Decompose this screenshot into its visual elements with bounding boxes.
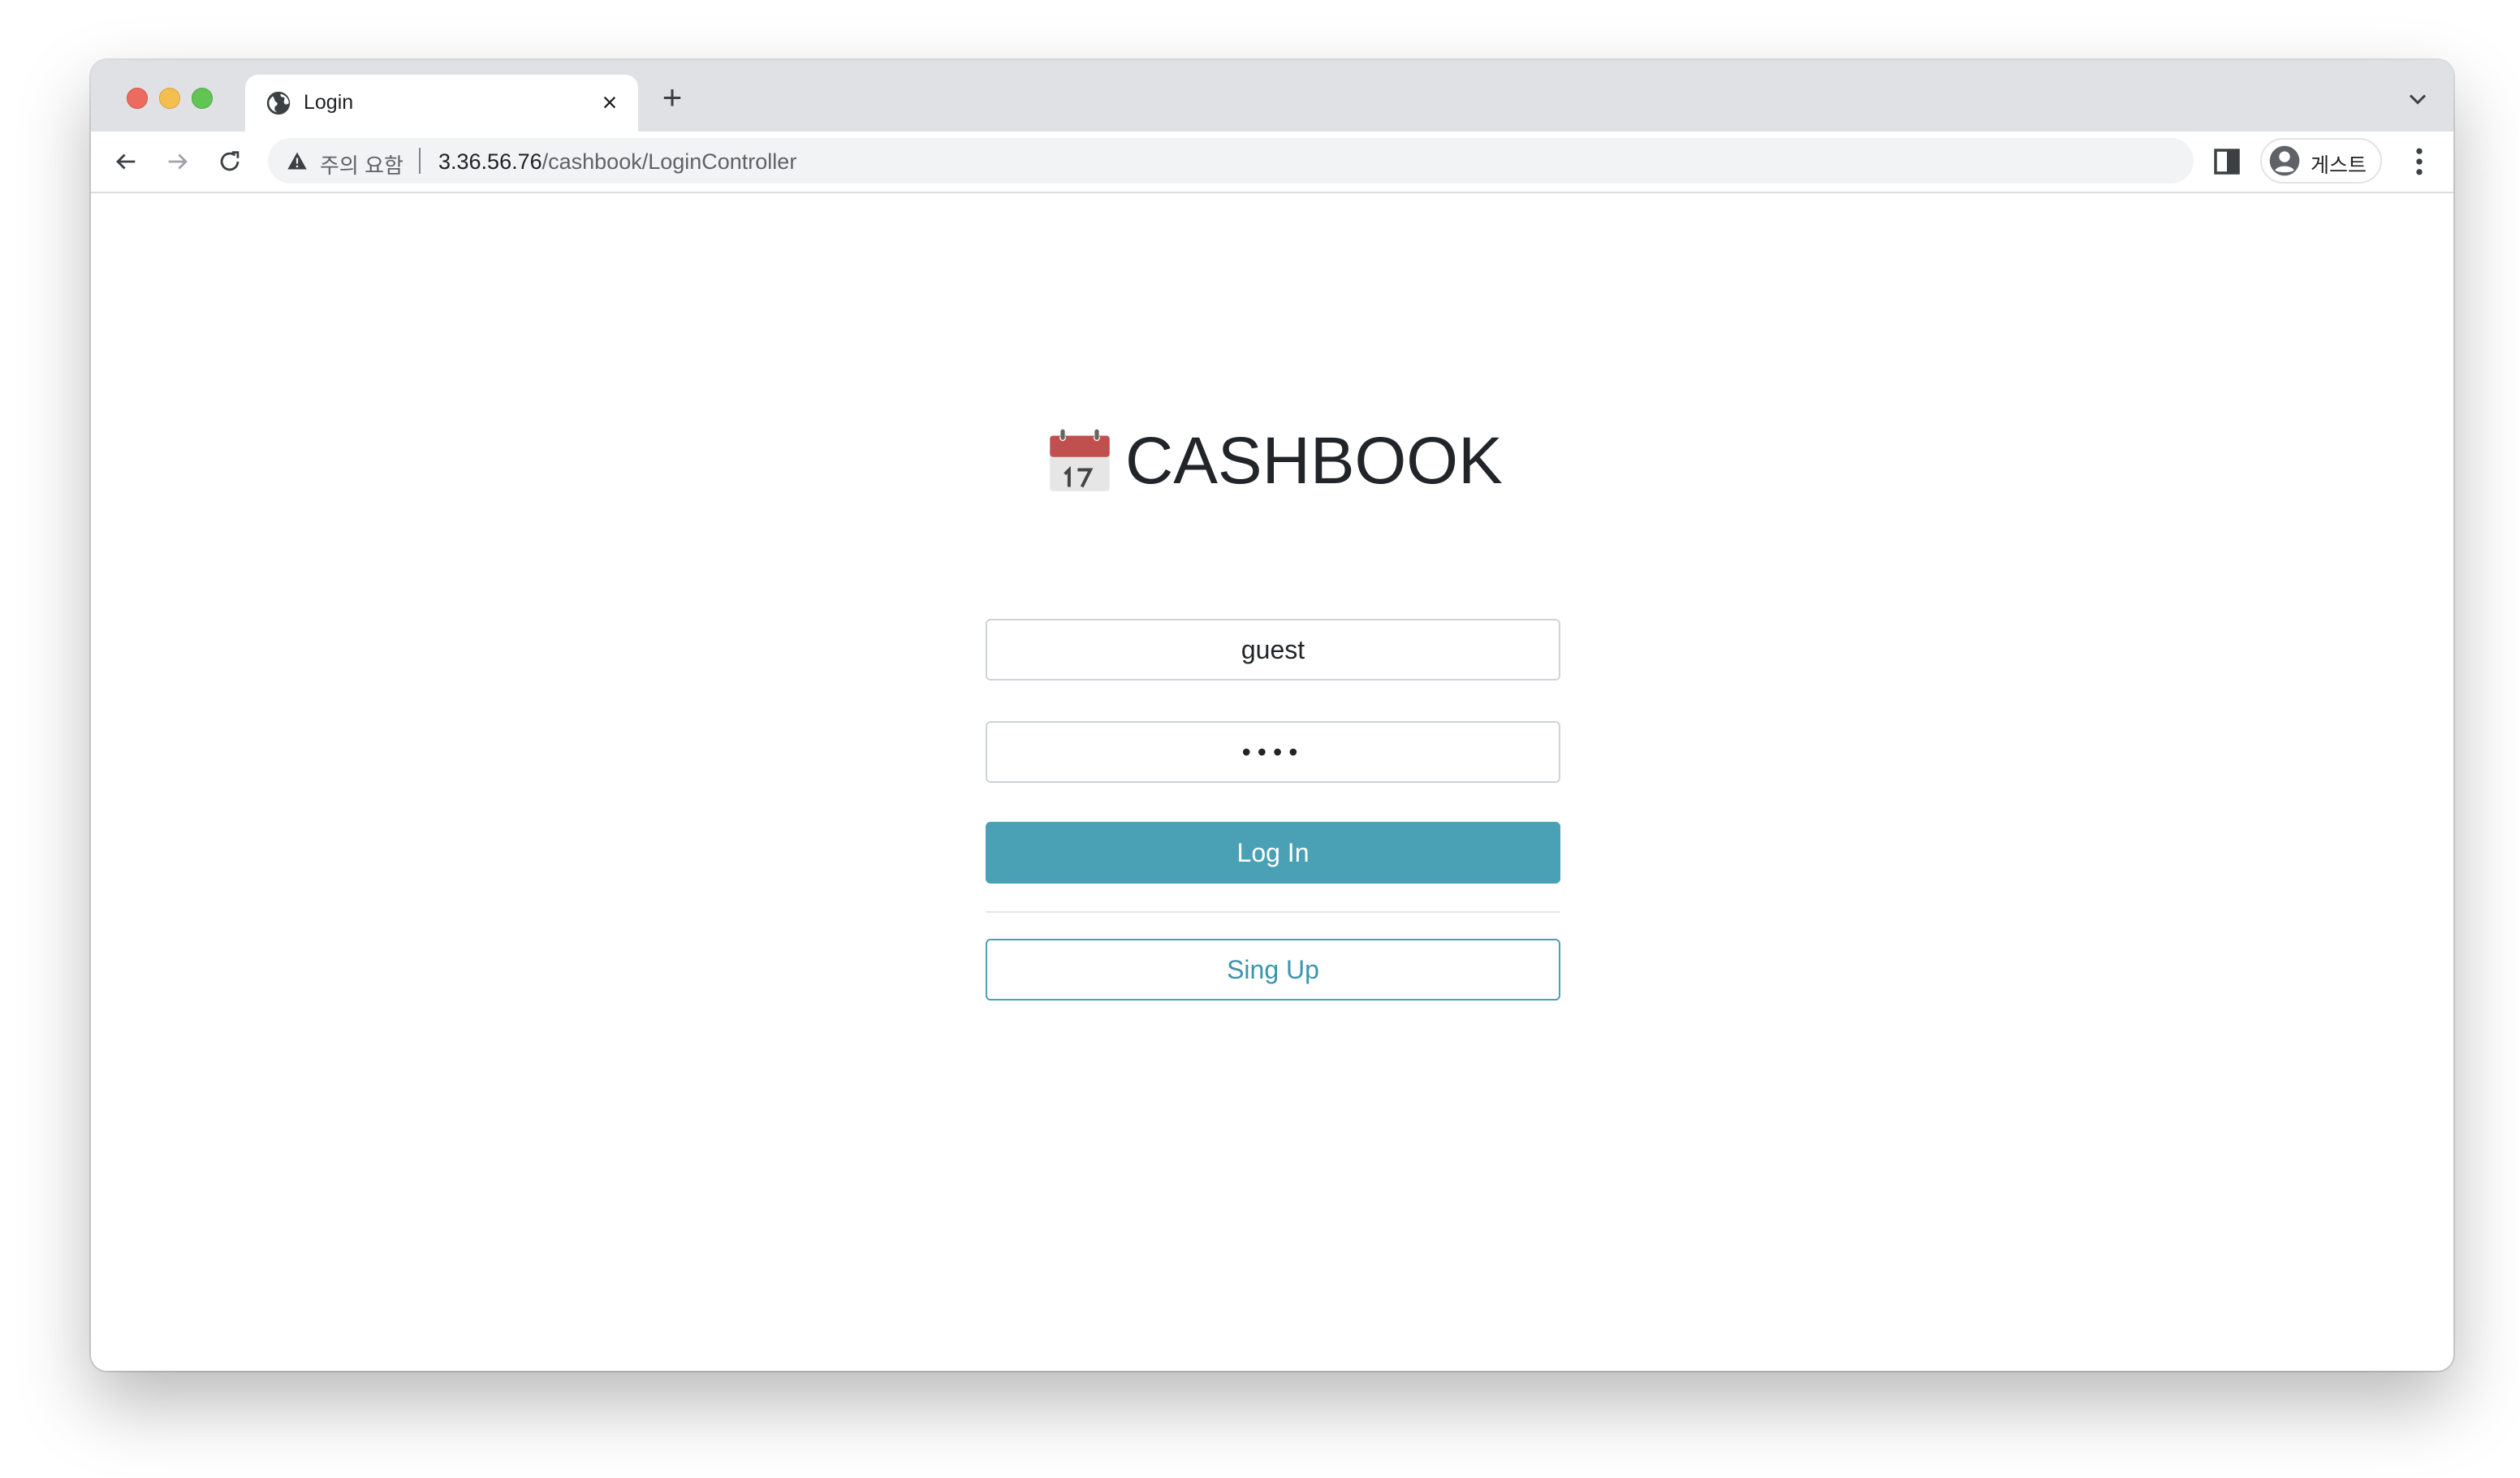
browser-window: Login × + 주의 요함 3.36.56.76/cashbook/Logi… bbox=[91, 60, 2453, 1371]
signup-button[interactable]: Sing Up bbox=[986, 939, 1560, 1000]
arrow-right-icon bbox=[168, 153, 188, 170]
username-input[interactable] bbox=[986, 619, 1560, 681]
profile-button[interactable]: 게스트 bbox=[2260, 138, 2382, 184]
avatar-icon bbox=[2269, 145, 2300, 176]
login-button[interactable]: Log In bbox=[986, 822, 1560, 884]
profile-name: 게스트 bbox=[2311, 154, 2367, 177]
address-bar[interactable]: 주의 요함 3.36.56.76/cashbook/LoginControlle… bbox=[268, 138, 2194, 184]
back-button[interactable] bbox=[104, 140, 148, 184]
minimize-window-button[interactable] bbox=[159, 88, 180, 109]
page-content: CASHBOOK Log In Sing Up bbox=[91, 193, 2453, 1371]
tab-login[interactable]: Login × bbox=[245, 75, 638, 132]
forward-button[interactable] bbox=[156, 140, 200, 184]
chevron-down-icon[interactable] bbox=[2403, 84, 2432, 114]
url-text[interactable]: 3.36.56.76/cashbook/LoginController bbox=[438, 149, 796, 175]
new-tab-button[interactable]: + bbox=[654, 80, 690, 117]
brand-header: CASHBOOK bbox=[1046, 421, 1503, 502]
divider bbox=[986, 911, 1560, 913]
url-path: /cashbook/LoginController bbox=[542, 149, 797, 174]
side-panel-icon[interactable] bbox=[2210, 145, 2244, 179]
reload-button[interactable] bbox=[208, 140, 252, 184]
warning-icon[interactable] bbox=[286, 149, 309, 172]
calendar-icon bbox=[1050, 429, 1110, 491]
close-window-button[interactable] bbox=[127, 88, 148, 109]
page-title: CASHBOOK bbox=[1125, 424, 1503, 498]
maximize-window-button[interactable] bbox=[192, 88, 213, 109]
browser-toolbar: 주의 요함 3.36.56.76/cashbook/LoginControlle… bbox=[91, 132, 2453, 193]
url-host: 3.36.56.76 bbox=[438, 149, 542, 174]
password-input[interactable] bbox=[986, 721, 1560, 783]
globe-icon bbox=[266, 91, 291, 115]
reload-icon bbox=[220, 151, 239, 171]
title-bar: Login × + bbox=[91, 60, 2453, 132]
security-label[interactable]: 주의 요함 bbox=[320, 149, 403, 179]
more-menu-icon[interactable] bbox=[2401, 143, 2437, 180]
tab-close-icon[interactable]: × bbox=[596, 89, 624, 117]
arrow-left-icon bbox=[116, 153, 136, 170]
address-separator bbox=[419, 148, 421, 174]
tab-title: Login bbox=[304, 91, 354, 114]
